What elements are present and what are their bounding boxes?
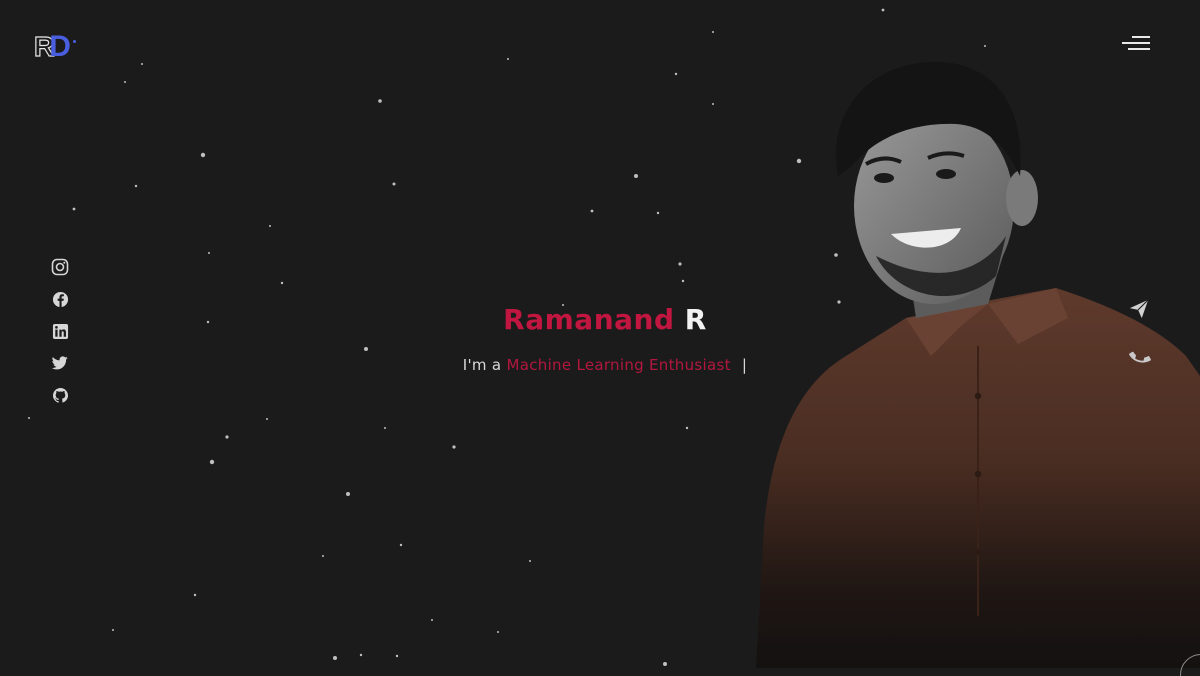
menu-line [1132, 36, 1150, 38]
instagram-icon[interactable] [50, 258, 70, 276]
first-name: Ramanand [503, 303, 675, 336]
facebook-icon[interactable] [50, 290, 70, 308]
send-icon[interactable] [1128, 298, 1150, 325]
phone-icon[interactable] [1129, 346, 1151, 373]
menu-line [1122, 42, 1150, 44]
tagline-prefix: I'm a [462, 356, 502, 374]
typing-cursor: | [741, 356, 748, 374]
portfolio-home: R D Ramanand R I'm a Machine Learning En… [0, 0, 1200, 676]
hamburger-menu-icon[interactable] [1118, 34, 1150, 52]
logo-letter-d: D [49, 30, 71, 63]
tagline-role: Machine Learning Enthusiast [506, 356, 731, 374]
logo-dot [72, 39, 76, 43]
github-icon[interactable] [50, 386, 70, 404]
social-links [50, 258, 70, 404]
last-initial: R [684, 303, 707, 336]
linkedin-icon[interactable] [50, 322, 70, 340]
twitter-icon[interactable] [50, 354, 70, 372]
site-logo[interactable]: R D [33, 30, 98, 63]
menu-line [1128, 48, 1150, 50]
